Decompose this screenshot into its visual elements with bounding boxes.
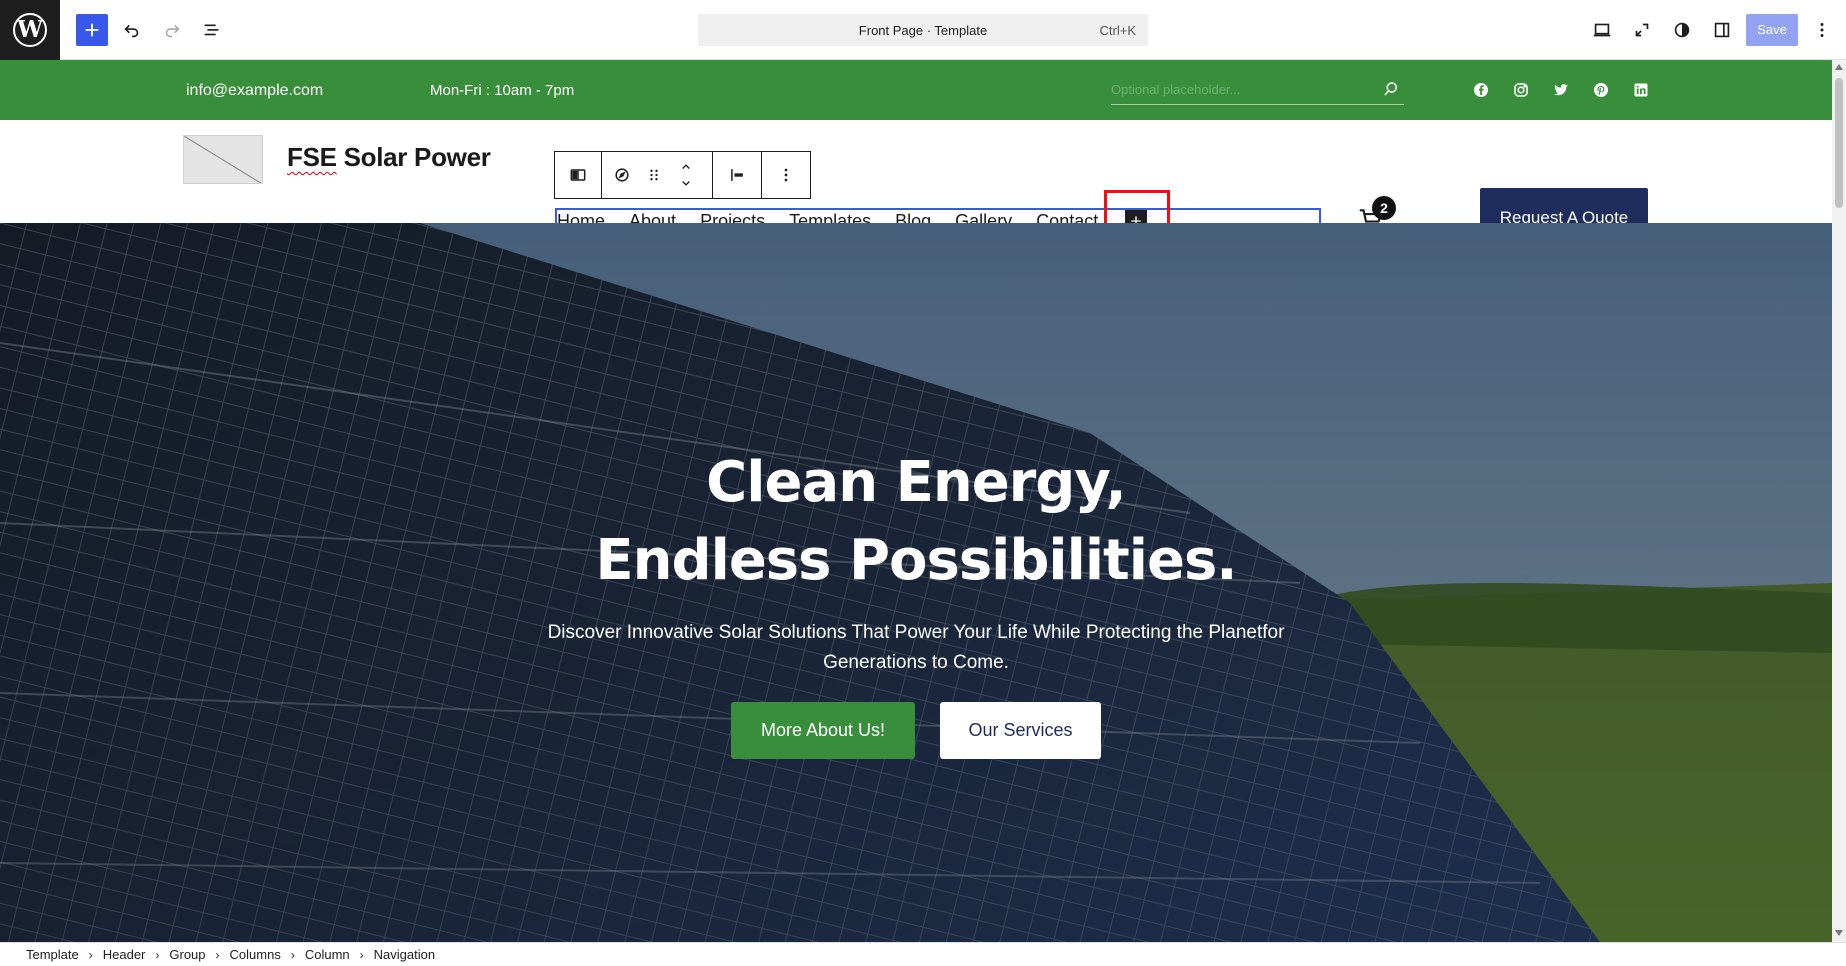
device-preview-button[interactable] bbox=[1586, 14, 1618, 46]
compass-icon bbox=[615, 168, 629, 182]
fullscreen-icon bbox=[1635, 23, 1649, 37]
search-icon[interactable] bbox=[1382, 80, 1400, 98]
placeholder-diagonal-icon bbox=[184, 136, 262, 183]
scroll-thumb[interactable] bbox=[1835, 78, 1843, 208]
wordpress-logo-button[interactable]: W bbox=[0, 0, 60, 60]
redo-button[interactable] bbox=[156, 14, 188, 46]
site-title[interactable]: FSE Solar Power bbox=[287, 142, 491, 173]
desktop-view-icon bbox=[1593, 23, 1611, 37]
redo-icon bbox=[165, 24, 180, 38]
breadcrumb-navigation[interactable]: Navigation bbox=[374, 947, 435, 962]
chevron-right-icon: › bbox=[88, 947, 93, 962]
twitter-icon[interactable] bbox=[1553, 82, 1569, 98]
half-circle-styles-icon bbox=[1674, 22, 1690, 38]
business-hours[interactable]: Mon-Fri : 10am - 7pm bbox=[430, 82, 574, 99]
chevron-right-icon: › bbox=[155, 947, 160, 962]
hero-heading[interactable]: Clean Energy, Endless Possibilities. bbox=[0, 444, 1832, 600]
contact-email[interactable]: info@example.com bbox=[186, 82, 323, 100]
justification-button[interactable] bbox=[713, 152, 761, 198]
plus-icon bbox=[85, 23, 99, 37]
block-inserter-button[interactable] bbox=[76, 14, 108, 46]
block-toolbar-options-group bbox=[761, 151, 811, 199]
hero-cover[interactable]: Clean Energy, Endless Possibilities. Dis… bbox=[0, 223, 1832, 942]
instagram-icon[interactable] bbox=[1513, 82, 1529, 98]
block-breadcrumb: Template › Header › Group › Columns › Column… bbox=[0, 942, 1846, 966]
document-title: Front Page · Template bbox=[858, 23, 988, 38]
undo-icon bbox=[124, 24, 139, 38]
wordpress-icon: W bbox=[13, 13, 47, 47]
block-options-button[interactable] bbox=[762, 152, 810, 198]
command-palette-button[interactable]: Front Page · Template Ctrl+K bbox=[698, 14, 1148, 46]
top-info-strip[interactable]: info@example.com Mon-Fri : 10am - 7pm bbox=[0, 60, 1832, 120]
command-shortcut: Ctrl+K bbox=[1099, 23, 1136, 38]
hero-subtitle[interactable]: Discover Innovative Solar Solutions That… bbox=[520, 618, 1312, 678]
block-toolbar-justify-group bbox=[712, 151, 762, 199]
options-menu-button[interactable] bbox=[1806, 14, 1838, 46]
block-toolbar bbox=[554, 151, 811, 199]
vertical-dots-icon bbox=[784, 168, 788, 182]
editor-header: W Front Page · Template Ctrl+K Save bbox=[0, 0, 1846, 60]
site-title-prefix: FSE bbox=[287, 142, 337, 172]
breadcrumb-template[interactable]: Template bbox=[26, 947, 79, 962]
move-up-down-buttons[interactable] bbox=[666, 152, 706, 198]
editor-canvas: info@example.com Mon-Fri : 10am - 7pm FS… bbox=[0, 60, 1832, 942]
site-title-rest: Solar Power bbox=[336, 142, 491, 172]
search-input[interactable] bbox=[1111, 77, 1371, 101]
breadcrumb-group[interactable]: Group bbox=[169, 947, 205, 962]
more-about-us-button[interactable]: More About Us! bbox=[731, 702, 915, 759]
justify-left-icon bbox=[731, 169, 743, 181]
canvas-scrollbar[interactable] bbox=[1832, 60, 1846, 942]
select-parent-block-button[interactable] bbox=[555, 152, 601, 198]
sidebar-settings-icon bbox=[1714, 22, 1730, 38]
list-view-icon bbox=[204, 24, 219, 36]
chevron-right-icon: › bbox=[290, 947, 295, 962]
undo-button[interactable] bbox=[116, 14, 148, 46]
block-toolbar-parent-group bbox=[554, 151, 602, 199]
our-services-button[interactable]: Our Services bbox=[940, 702, 1101, 759]
pinterest-icon[interactable] bbox=[1593, 82, 1609, 98]
chevron-down-icon[interactable] bbox=[676, 179, 696, 189]
cart-count-badge: 2 bbox=[1372, 196, 1396, 220]
breadcrumb-columns[interactable]: Columns bbox=[230, 947, 281, 962]
site-header[interactable]: FSE Solar Power Home About Projects Temp… bbox=[0, 120, 1832, 248]
fullscreen-button[interactable] bbox=[1626, 14, 1658, 46]
linkedin-icon[interactable] bbox=[1633, 82, 1649, 98]
chevron-up-icon[interactable] bbox=[676, 161, 696, 171]
facebook-icon[interactable] bbox=[1473, 82, 1489, 98]
search-block[interactable] bbox=[1111, 77, 1404, 105]
breadcrumb-header[interactable]: Header bbox=[103, 947, 146, 962]
site-logo-placeholder[interactable] bbox=[183, 135, 263, 184]
list-view-button[interactable] bbox=[196, 14, 228, 46]
block-toolbar-main-group bbox=[601, 151, 713, 199]
scroll-up-arrow[interactable] bbox=[1835, 64, 1843, 70]
navigation-block-type-button[interactable] bbox=[602, 152, 642, 198]
scroll-down-arrow[interactable] bbox=[1835, 930, 1843, 936]
chevron-right-icon: › bbox=[359, 947, 364, 962]
columns-block-icon bbox=[570, 169, 586, 181]
drag-handle-button[interactable] bbox=[642, 152, 666, 198]
save-button[interactable]: Save bbox=[1746, 14, 1798, 46]
drag-handle-icon bbox=[650, 169, 658, 181]
hero-heading-line2: Endless Possibilities. bbox=[595, 528, 1237, 593]
chevron-right-icon: › bbox=[215, 947, 220, 962]
breadcrumb-column[interactable]: Column bbox=[305, 947, 350, 962]
settings-sidebar-button[interactable] bbox=[1706, 14, 1738, 46]
hero-heading-line1: Clean Energy, bbox=[706, 450, 1127, 515]
styles-button[interactable] bbox=[1666, 14, 1698, 46]
vertical-dots-icon bbox=[1820, 23, 1824, 37]
